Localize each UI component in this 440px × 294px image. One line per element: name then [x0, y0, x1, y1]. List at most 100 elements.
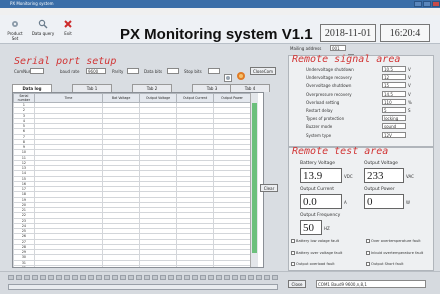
signal-value[interactable]: locking	[382, 115, 406, 122]
fault-over-temperature[interactable]: Over overtemperature fault	[366, 239, 421, 243]
output-frequency-unit: HZ	[324, 226, 330, 231]
data-log-grid[interactable]: Serial number Time Bat Voltage Output Vo…	[12, 92, 264, 268]
status-close-button[interactable]: Close	[288, 280, 306, 288]
col-serial-number[interactable]: Serial number	[13, 93, 35, 103]
clear-button[interactable]: Clear	[260, 184, 278, 192]
baud-select[interactable]: 9600	[86, 68, 106, 74]
battery-voltage-value: 13.9	[300, 168, 342, 183]
tab-4[interactable]: Tab 4	[230, 84, 270, 92]
fault-inbuilt-over-temperature[interactable]: Inbuid overtemperature fault	[366, 251, 423, 255]
minimize-button[interactable]	[414, 1, 422, 7]
signal-value[interactable]: sound	[382, 123, 406, 130]
data-bits-select[interactable]	[167, 68, 179, 74]
signal-value[interactable]: 15	[382, 82, 406, 89]
col-time[interactable]: Time	[33, 93, 104, 103]
tab-bar: Data log Tab 1 Tab 2 Tab 3 Tab 4	[12, 84, 270, 92]
tab-3[interactable]: Tab 3	[192, 84, 232, 92]
activity-led	[104, 275, 110, 280]
signal-value[interactable]: 14.5	[382, 90, 406, 97]
window-titlebar: PX Monitoring system	[0, 0, 440, 8]
signal-unit: %	[408, 99, 412, 105]
fault-output-short[interactable]: Output Short fault	[366, 262, 404, 266]
progress-track	[8, 284, 278, 290]
close-window-button[interactable]	[432, 1, 440, 7]
tab-1[interactable]: Tab 1	[72, 84, 112, 92]
activity-led	[16, 275, 22, 280]
exit-button[interactable]: Exit	[60, 19, 76, 36]
signal-unit: V	[408, 91, 411, 97]
remote-signal-title: Remote signal area	[292, 54, 401, 65]
output-current-unit: A	[344, 200, 347, 205]
signal-unit: V	[408, 67, 411, 72]
close-com-button[interactable]: CloseCom	[250, 67, 276, 75]
tab-data-log[interactable]: Data log	[12, 84, 52, 92]
table-cell	[213, 264, 251, 267]
signal-value[interactable]: 12	[382, 74, 406, 81]
signal-value[interactable]: 5	[382, 107, 406, 113]
mailing-address-field[interactable]: 001	[330, 45, 346, 51]
activity-led	[160, 275, 166, 280]
parity-select[interactable]	[127, 68, 139, 74]
data-query-button[interactable]: Data query	[30, 19, 56, 36]
product-set-button[interactable]: Product Set	[4, 19, 26, 41]
signal-label: Restart delay	[306, 108, 333, 113]
time-display: 16:20:4	[380, 24, 430, 42]
col-output-voltage[interactable]: Output Voltage	[139, 93, 178, 103]
signal-label: Overvoltage shutdown	[306, 83, 352, 89]
output-power-unit: W	[406, 200, 410, 205]
stop-bits-select[interactable]	[208, 68, 220, 74]
refresh-icon[interactable]	[348, 45, 354, 60]
row-serial-number: 32	[13, 264, 35, 267]
signal-unit: V	[408, 75, 411, 81]
signal-label: Undervoltage shutdown	[306, 67, 354, 72]
stop-bits-label: Stop bits	[184, 69, 202, 74]
maximize-button[interactable]	[423, 1, 431, 7]
com-select[interactable]	[30, 68, 44, 74]
activity-led	[120, 275, 126, 280]
serial-port-title: Serial port setup	[14, 56, 117, 67]
activity-led	[72, 275, 78, 280]
activity-led	[144, 275, 150, 280]
signal-value[interactable]: 10.5	[382, 66, 406, 72]
output-voltage-value: 233	[364, 168, 404, 183]
output-voltage-label: Output Voltage	[364, 161, 398, 166]
signal-label: Types of protection	[306, 116, 345, 122]
status-bar: Close COM1 Baud9 9600,n,8,1	[0, 271, 440, 294]
activity-led	[192, 275, 198, 280]
signal-value[interactable]: 12V	[382, 131, 406, 138]
exit-icon	[64, 20, 72, 28]
signal-label: System type	[306, 132, 332, 138]
table-cell	[139, 264, 178, 267]
activity-led	[232, 275, 238, 280]
activity-led	[88, 275, 94, 280]
table-cell	[102, 264, 141, 267]
col-bat-voltage[interactable]: Bat Voltage	[102, 93, 141, 103]
activity-led	[136, 275, 142, 280]
battery-voltage-unit: VDC	[344, 174, 353, 179]
tab-2[interactable]: Tab 2	[132, 84, 172, 92]
output-power-value: 0	[364, 194, 404, 209]
app-title: PX Monitoring system V1.1	[120, 26, 313, 43]
settings-icon[interactable]	[224, 67, 232, 82]
signal-label: Overload setting	[306, 99, 340, 105]
scrollbar-thumb[interactable]	[252, 103, 257, 253]
table-cell	[33, 264, 104, 267]
fault-battery-over-voltage[interactable]: Battery over voltage fault	[291, 251, 342, 255]
activity-led	[40, 275, 46, 280]
data-bits-label: Data bits	[144, 69, 163, 74]
grid-scrollbar[interactable]	[250, 93, 258, 267]
activity-led	[96, 275, 102, 280]
fault-battery-low-voltage[interactable]: Battery low volage fault	[291, 239, 339, 243]
col-output-power[interactable]: Output Power	[213, 93, 251, 103]
activity-led	[176, 275, 182, 280]
gear-icon	[12, 21, 18, 27]
output-current-label: Output Current	[300, 187, 334, 192]
table-row[interactable]: 32	[13, 264, 251, 267]
signal-value[interactable]: 110	[382, 98, 406, 105]
signal-unit: S	[408, 108, 411, 113]
battery-voltage-label: Battery Voltage	[300, 161, 335, 166]
fault-output-overload[interactable]: Output overload fault	[291, 262, 335, 266]
col-output-current[interactable]: Output Current	[176, 93, 215, 103]
output-frequency-label: Output Frequency	[300, 213, 341, 218]
activity-led	[32, 275, 38, 280]
